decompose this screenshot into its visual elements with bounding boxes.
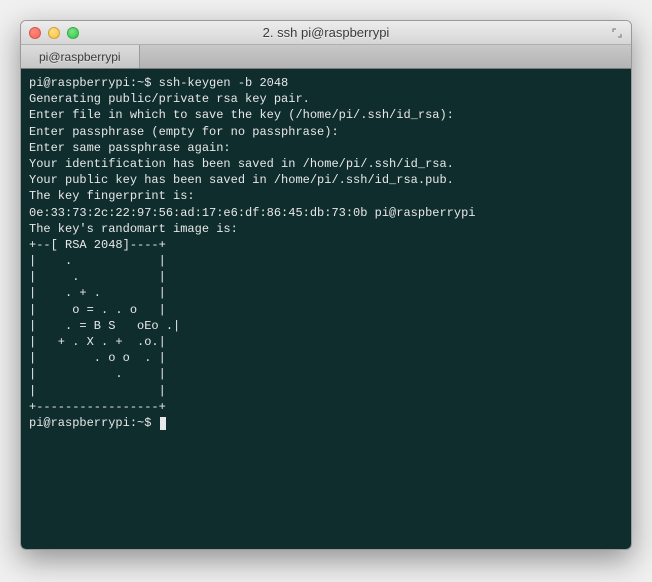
tab-label: pi@raspberrypi — [39, 50, 121, 64]
randomart-line: | . o o . | — [29, 351, 166, 365]
window-title: 2. ssh pi@raspberrypi — [21, 25, 631, 40]
prompt: pi@raspberrypi:~$ — [29, 76, 159, 90]
randomart-line: | . | — [29, 367, 166, 381]
tab-bar: pi@raspberrypi — [21, 45, 631, 69]
randomart-line: | | — [29, 384, 166, 398]
randomart-line: | . | — [29, 254, 166, 268]
randomart-line: | o = . . o | — [29, 303, 166, 317]
randomart-line: +-----------------+ — [29, 400, 166, 414]
fullscreen-icon[interactable] — [611, 27, 623, 39]
randomart-line: | + . X . + .o.| — [29, 335, 166, 349]
output-line: Enter file in which to save the key (/ho… — [29, 108, 454, 122]
cursor-icon — [160, 417, 166, 430]
command-text: ssh-keygen -b 2048 — [159, 76, 289, 90]
output-line: Your public key has been saved in /home/… — [29, 173, 454, 187]
output-line: Enter passphrase (empty for no passphras… — [29, 125, 339, 139]
minimize-icon[interactable] — [48, 27, 60, 39]
traffic-lights — [29, 27, 79, 39]
output-line: Your identification has been saved in /h… — [29, 157, 454, 171]
randomart-line: | . = B S oEo .| — [29, 319, 180, 333]
output-line: The key fingerprint is: — [29, 189, 195, 203]
output-line: The key's randomart image is: — [29, 222, 238, 236]
output-line: Enter same passphrase again: — [29, 141, 231, 155]
terminal-window: 2. ssh pi@raspberrypi pi@raspberrypi pi@… — [20, 20, 632, 550]
zoom-icon[interactable] — [67, 27, 79, 39]
titlebar[interactable]: 2. ssh pi@raspberrypi — [21, 21, 631, 45]
output-line: Generating public/private rsa key pair. — [29, 92, 310, 106]
randomart-line: | . | — [29, 270, 166, 284]
tab-session[interactable]: pi@raspberrypi — [21, 45, 140, 68]
prompt: pi@raspberrypi:~$ — [29, 416, 159, 430]
terminal-body[interactable]: pi@raspberrypi:~$ ssh-keygen -b 2048 Gen… — [21, 69, 631, 549]
randomart-line: | . + . | — [29, 286, 166, 300]
output-line: 0e:33:73:2c:22:97:56:ad:17:e6:df:86:45:d… — [29, 206, 475, 220]
close-icon[interactable] — [29, 27, 41, 39]
randomart-line: +--[ RSA 2048]----+ — [29, 238, 166, 252]
